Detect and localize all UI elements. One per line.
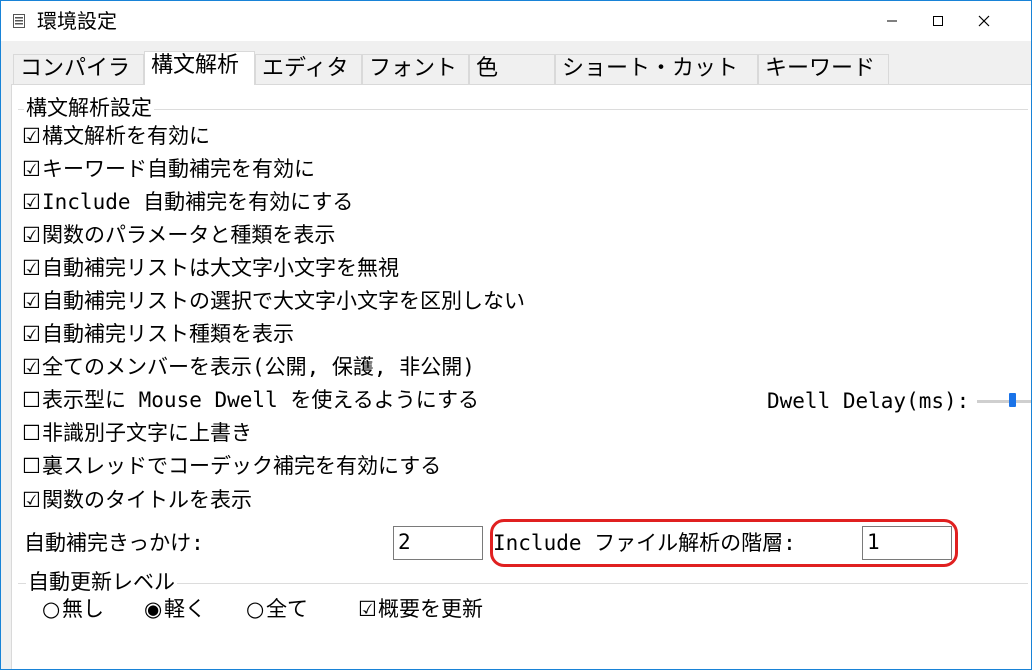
parse-settings-group-title: 構文解析設定 xyxy=(24,95,154,121)
option-label: 関数のパラメータと種類を表示 xyxy=(42,223,336,247)
tab-panel: 構文解析設定 ☑構文解析を有効に ☑キーワード自動補完を有効に ☑Include… xyxy=(11,84,1031,669)
radio-label: 軽く xyxy=(164,597,206,621)
tab-keyword[interactable]: キーワード xyxy=(758,54,889,84)
maximize-icon xyxy=(933,16,943,26)
checkbox[interactable]: ☑ xyxy=(22,485,42,515)
auto-update-group-title: 自動更新レベル xyxy=(26,569,177,595)
option-keyword-autocomplete[interactable]: ☑キーワード自動補完を有効に xyxy=(22,154,315,184)
trigger-input[interactable]: 2 xyxy=(393,526,483,560)
checkbox[interactable]: ☑ xyxy=(22,121,42,151)
checkbox[interactable]: ☑ xyxy=(22,187,42,217)
checkbox[interactable]: ☑ xyxy=(22,286,42,316)
checkbox[interactable]: ☑ xyxy=(22,220,42,250)
checkbox[interactable]: ☐ xyxy=(22,385,42,415)
tab-bar: コンパイラ 構文解析 エディタ フォント 色 ショート・カット キーワード xyxy=(13,51,1031,85)
radio[interactable]: ○ xyxy=(42,594,62,624)
dwell-delay-label: Dwell Delay(ms): xyxy=(767,389,970,413)
tab-color[interactable]: 色 xyxy=(469,54,555,84)
tab-compiler[interactable]: コンパイラ xyxy=(13,54,144,84)
option-selection-case-insensitive[interactable]: ☑自動補完リストの選択で大文字小文字を区別しない xyxy=(22,286,525,316)
option-show-all-members[interactable]: ☑全てのメンバーを表示(公開, 保護, 非公開) xyxy=(22,352,475,382)
checkbox[interactable]: ☑ xyxy=(358,594,378,624)
option-label: 自動補完リストは大文字小文字を無視 xyxy=(42,256,399,280)
option-label: キーワード自動補完を有効に xyxy=(42,157,315,181)
option-enable-parsing[interactable]: ☑構文解析を有効に xyxy=(22,121,210,151)
close-button[interactable] xyxy=(961,1,1007,41)
checkbox[interactable]: ☑ xyxy=(22,319,42,349)
option-show-list-types[interactable]: ☑自動補完リスト種類を表示 xyxy=(22,319,294,349)
radio-light[interactable]: ◉軽く xyxy=(144,594,206,624)
title-bar[interactable]: 環境設定 xyxy=(1,1,1031,41)
app-icon xyxy=(13,14,25,28)
option-mouse-dwell[interactable]: ☐表示型に Mouse Dwell を使えるようにする xyxy=(22,385,479,415)
trigger-label: 自動補完きっかけ: xyxy=(24,531,204,555)
checkbox[interactable]: ☑ xyxy=(22,352,42,382)
group-divider xyxy=(18,109,1028,110)
dwell-delay-slider-thumb[interactable] xyxy=(1009,393,1016,407)
option-update-summary[interactable]: ☑概要を更新 xyxy=(358,594,483,624)
radio[interactable]: ◉ xyxy=(144,594,164,624)
option-show-function-params[interactable]: ☑関数のパラメータと種類を表示 xyxy=(22,220,335,250)
option-label: 裏スレッドでコーデック補完を有効にする xyxy=(42,454,442,478)
close-icon xyxy=(978,15,990,27)
option-label: 全てのメンバーを表示(公開, 保護, 非公開) xyxy=(42,355,475,379)
radio-label: 全て xyxy=(266,597,308,621)
option-overwrite-non-identifier[interactable]: ☐非識別子文字に上書き xyxy=(22,418,252,448)
option-label: Include 自動補完を有効にする xyxy=(42,190,354,214)
option-label: 表示型に Mouse Dwell を使えるようにする xyxy=(42,388,479,412)
radio-label: 無し xyxy=(62,597,104,621)
maximize-button[interactable] xyxy=(915,1,961,41)
radio-none[interactable]: ○無し xyxy=(42,594,104,624)
option-include-autocomplete[interactable]: ☑Include 自動補完を有効にする xyxy=(22,187,353,217)
tab-editor[interactable]: エディタ xyxy=(255,54,362,84)
dwell-delay-slider-track[interactable] xyxy=(977,400,1031,403)
option-background-thread-completion[interactable]: ☐裏スレッドでコーデック補完を有効にする xyxy=(22,451,441,481)
option-show-function-title[interactable]: ☑関数のタイトルを表示 xyxy=(22,485,252,515)
option-label: 非識別子文字に上書き xyxy=(42,421,252,445)
checkbox[interactable]: ☑ xyxy=(22,154,42,184)
tab-shortcut[interactable]: ショート・カット xyxy=(555,54,758,84)
minimize-icon xyxy=(887,20,897,22)
checkbox[interactable]: ☐ xyxy=(22,418,42,448)
option-list-ignore-case[interactable]: ☑自動補完リストは大文字小文字を無視 xyxy=(22,253,399,283)
option-label: 概要を更新 xyxy=(378,597,483,621)
checkbox[interactable]: ☑ xyxy=(22,253,42,283)
tab-parser[interactable]: 構文解析 xyxy=(144,51,255,85)
settings-window: 環境設定 コンパイラ 構文解析 エディタ フォント 色 ショート・カット キーワ… xyxy=(0,0,1032,670)
minimize-button[interactable] xyxy=(869,1,915,41)
option-label: 構文解析を有効に xyxy=(42,124,210,148)
annotation-highlight xyxy=(490,519,958,567)
option-label: 自動補完リストの選択で大文字小文字を区別しない xyxy=(42,289,525,313)
option-label: 関数のタイトルを表示 xyxy=(42,488,252,512)
checkbox[interactable]: ☐ xyxy=(22,451,42,481)
option-label: 自動補完リスト種類を表示 xyxy=(42,322,294,346)
window-title: 環境設定 xyxy=(37,9,117,33)
radio[interactable]: ○ xyxy=(246,594,266,624)
radio-all[interactable]: ○全て xyxy=(246,594,308,624)
tab-font[interactable]: フォント xyxy=(362,54,469,84)
